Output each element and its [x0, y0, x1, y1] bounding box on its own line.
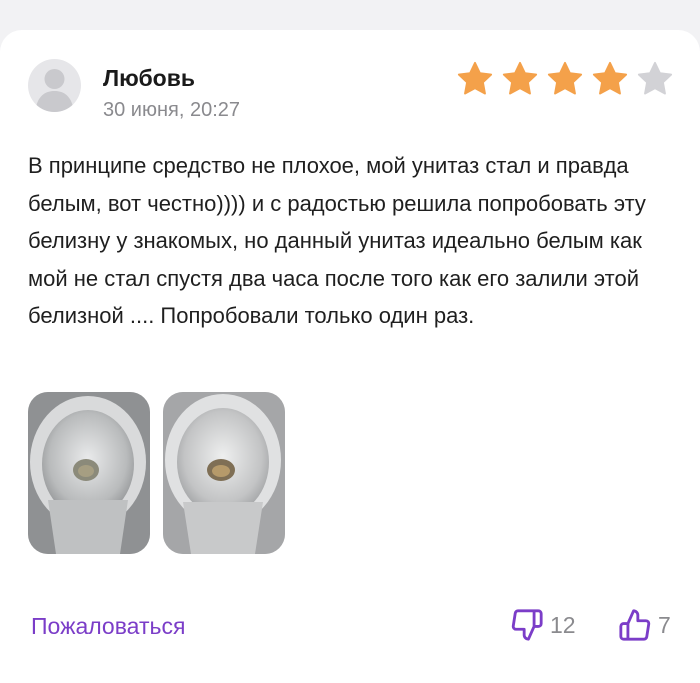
report-link[interactable]: Пожаловаться: [31, 613, 185, 640]
star-filled-icon: [547, 61, 583, 95]
thumbs-up-icon: [619, 609, 651, 641]
review-card: Любовь 30 июня, 20:27 В принципе средств…: [0, 30, 700, 683]
star-empty-icon: [637, 61, 673, 95]
star-filled-icon: [457, 61, 493, 95]
toilet-photo-icon: [28, 392, 150, 554]
review-photo-1[interactable]: [28, 392, 150, 554]
toilet-photo-icon: [163, 392, 285, 554]
star-filled-icon: [502, 61, 538, 95]
avatar: [28, 59, 81, 112]
review-photo-2[interactable]: [163, 392, 285, 554]
review-text: В принципе средство не плохое, мой унита…: [28, 153, 646, 328]
author-name: Любовь: [103, 65, 196, 91]
like-count: 7: [658, 611, 671, 638]
dislike-button[interactable]: 12: [510, 608, 576, 642]
review-date: 30 июня, 20:27: [103, 99, 241, 121]
thumbs-down-icon: [511, 609, 543, 641]
star-rating: [456, 60, 674, 98]
like-button[interactable]: 7: [618, 608, 671, 642]
dislike-count: 12: [550, 611, 576, 638]
user-placeholder-icon: [35, 69, 74, 112]
star-filled-icon: [592, 61, 628, 95]
